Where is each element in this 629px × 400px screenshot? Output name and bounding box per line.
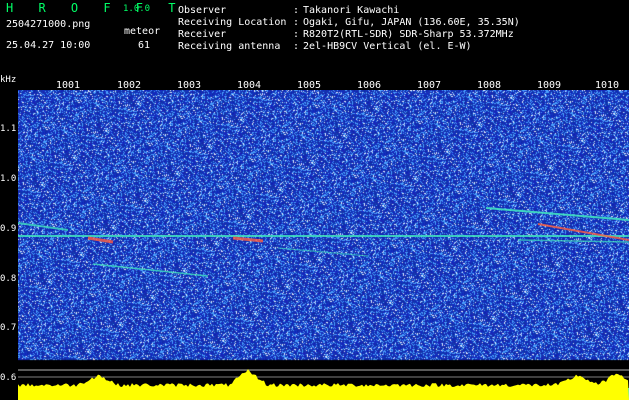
meteor-trace (92, 263, 209, 277)
meteor-trace (87, 236, 114, 244)
location-colon: : (293, 17, 300, 28)
receiver-label: Receiver (178, 29, 227, 40)
meteor-trace (537, 223, 629, 241)
yaxis-tick: 1.0 (0, 174, 17, 184)
spectrogram-plot (18, 90, 629, 400)
antenna-colon: : (293, 41, 300, 52)
meteor-trace (517, 239, 629, 243)
observer-colon: : (293, 5, 300, 16)
meteor-trace (18, 222, 69, 231)
file-datetime: 25.04.27 10:00 (6, 40, 91, 51)
meteor-label: meteor (124, 26, 161, 37)
app-title: H R O F F T (6, 1, 185, 15)
activity-histogram (18, 369, 629, 400)
meteor-count: 61 (137, 40, 150, 51)
receiver-value: R820T2(RTL-SDR) SDR-Sharp 53.372MHz (303, 29, 514, 40)
yaxis-tick: 0.9 (0, 224, 17, 234)
spectrogram-overlay (18, 207, 629, 400)
receiver-colon: : (293, 29, 300, 40)
location-value: Ogaki, Gifu, JAPAN (136.60E, 35.35N) (303, 17, 520, 28)
file-name: 2504271000.png (6, 19, 91, 30)
yaxis-tick: 0.8 (0, 274, 17, 284)
location-label: Receiving Location (178, 17, 287, 28)
meteor-trace (485, 207, 629, 221)
antenna-value: 2el-HB9CV Vertical (el. E-W) (303, 41, 472, 52)
observer-label: Observer (178, 5, 227, 16)
antenna-label: Receiving antenna (178, 41, 281, 52)
app-version: 1.0.0 (123, 4, 151, 14)
meteor-trace (277, 247, 369, 257)
yaxis-tick: 0.7 (0, 323, 17, 333)
observer-value: Takanori Kawachi (303, 5, 400, 16)
yaxis-tick: 0.6 (0, 373, 17, 383)
meteor-trace (232, 236, 264, 243)
yaxis-tick: 1.1 (0, 124, 17, 134)
yaxis-unit: kHz (0, 75, 17, 85)
